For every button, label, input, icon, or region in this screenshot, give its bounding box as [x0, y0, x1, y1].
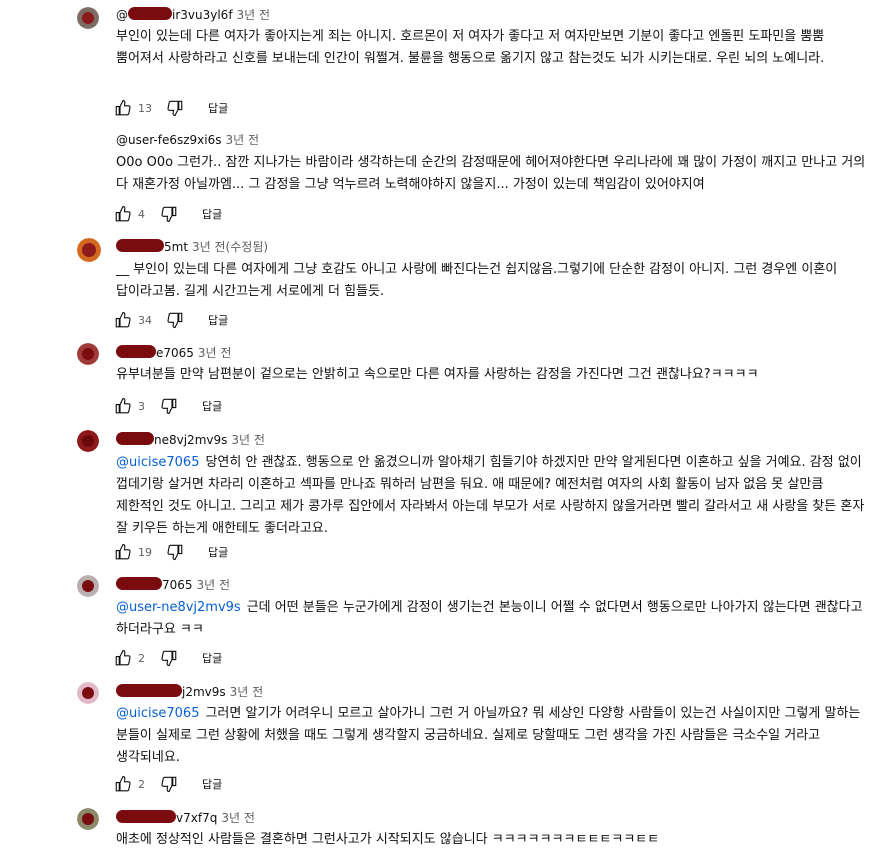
- reply-button[interactable]: 답글: [202, 398, 222, 414]
- thumbs-down-icon[interactable]: [160, 205, 178, 223]
- avatar[interactable]: [77, 682, 99, 704]
- comment-header: 5mt 3년 전(수정됨): [116, 239, 268, 255]
- mention-link[interactable]: @user-ne8vj2mv9s: [116, 600, 241, 615]
- comment-actions: 2 답글: [114, 648, 222, 668]
- thumbs-up-icon[interactable]: [114, 397, 132, 415]
- timestamp[interactable]: 3년 전(수정됨): [192, 240, 268, 254]
- author-name[interactable]: @ ir3vu3yl6f: [116, 7, 233, 22]
- comment-text: @user-ne8vj2mv9s 근데 어떤 분들은 누군가에게 감정이 생기는건…: [116, 597, 872, 641]
- author-name[interactable]: v7xf7q: [116, 810, 217, 825]
- author-name[interactable]: @user-fe6sz9xi6s: [116, 133, 222, 147]
- reply-button[interactable]: 답글: [202, 776, 222, 792]
- thumbs-up-icon[interactable]: [114, 543, 132, 561]
- mention-link[interactable]: @uicise7065: [116, 455, 199, 470]
- thumbs-down-icon[interactable]: [160, 775, 178, 793]
- comment-text: @uicise7065 그러면 알기가 어려우니 모르고 살아가니 그런 거 아닐…: [116, 703, 872, 769]
- author-name[interactable]: ne8vj2mv9s: [116, 432, 227, 447]
- comment-header: e7065 3년 전: [116, 345, 231, 361]
- comment-header: @user-fe6sz9xi6s 3년 전: [116, 132, 259, 148]
- reply-button[interactable]: 답글: [208, 544, 228, 560]
- like-count: 13: [138, 101, 152, 115]
- avatar[interactable]: [77, 238, 101, 262]
- thumbs-down-icon[interactable]: [160, 649, 178, 667]
- like-count: 19: [138, 545, 152, 559]
- like-count: 3: [138, 399, 145, 413]
- thumbs-down-icon[interactable]: [160, 397, 178, 415]
- comment-body: 그러면 알기가 어려우니 모르고 살아가니 그런 거 아닐까요? 뭐 세상인 다…: [116, 706, 861, 765]
- mention-link[interactable]: @uicise7065: [116, 706, 199, 721]
- comment-header: @ ir3vu3yl6f 3년 전: [116, 7, 270, 23]
- comment-text: 유부녀분들 만약 남편분이 겉으로는 안밝히고 속으로만 다른 여자를 사랑하는…: [116, 367, 759, 382]
- comment-actions: 13 답글: [114, 98, 228, 118]
- avatar[interactable]: [77, 7, 99, 29]
- thumbs-up-icon[interactable]: [114, 775, 132, 793]
- avatar[interactable]: [77, 343, 99, 365]
- comment-actions: 2 답글: [114, 774, 222, 794]
- author-name[interactable]: j2mv9s: [116, 684, 226, 699]
- reply-button[interactable]: 답글: [208, 312, 228, 328]
- comment-header: ne8vj2mv9s 3년 전: [116, 432, 265, 448]
- timestamp[interactable]: 3년 전: [230, 685, 264, 699]
- thumbs-up-icon[interactable]: [114, 311, 132, 329]
- avatar[interactable]: [77, 808, 99, 830]
- timestamp[interactable]: 3년 전: [198, 346, 232, 360]
- avatar[interactable]: [77, 575, 99, 597]
- comment-actions: 34 답글: [114, 310, 228, 330]
- comment-header: v7xf7q 3년 전: [116, 810, 255, 826]
- author-name[interactable]: 7065: [116, 577, 193, 592]
- timestamp[interactable]: 3년 전: [197, 578, 231, 592]
- comment-header: 7065 3년 전: [116, 577, 230, 593]
- author-name[interactable]: 5mt: [116, 239, 188, 254]
- thumbs-up-icon[interactable]: [114, 99, 132, 117]
- thumbs-down-icon[interactable]: [166, 99, 184, 117]
- thumbs-down-icon[interactable]: [166, 543, 184, 561]
- comment-actions: 3 답글: [114, 396, 222, 416]
- timestamp[interactable]: 3년 전: [237, 8, 271, 22]
- comment-body: 당연히 안 괜찮죠. 행동으로 안 옮겼으니까 알아채기 힘들기야 하겠지만 만…: [116, 455, 865, 536]
- timestamp[interactable]: 3년 전: [221, 811, 255, 825]
- comment-text: O0o O0o 그런가.. 잠깐 지나가는 바람이라 생각하는데 순간의 감정때…: [116, 155, 866, 192]
- like-count: 2: [138, 777, 145, 791]
- comment-actions: 19 답글: [114, 542, 228, 562]
- comment-text: 애초에 정상적인 사람들은 결혼하면 그런사고가 시작되지도 않습니다 ㅋㅋㅋㅋ…: [116, 832, 660, 847]
- author-name[interactable]: e7065: [116, 345, 194, 360]
- comment-actions: 4 답글: [114, 204, 222, 224]
- comment-text: 부인이 있는데 다른 여자가 좋아지는게 죄는 아니지. 호르몬이 저 여자가 …: [116, 29, 825, 66]
- thumbs-up-icon[interactable]: [114, 205, 132, 223]
- thumbs-up-icon[interactable]: [114, 649, 132, 667]
- timestamp[interactable]: 3년 전: [231, 433, 265, 447]
- avatar[interactable]: [77, 430, 99, 452]
- thumbs-down-icon[interactable]: [166, 311, 184, 329]
- reply-button[interactable]: 답글: [208, 100, 228, 116]
- like-count: 34: [138, 313, 152, 327]
- comment-text: __ 부인이 있는데 다른 여자에게 그냥 호감도 아니고 사랑에 빠진다는건 …: [116, 262, 838, 299]
- comment-header: j2mv9s 3년 전: [116, 684, 263, 700]
- timestamp[interactable]: 3년 전: [226, 133, 260, 147]
- reply-button[interactable]: 답글: [202, 650, 222, 666]
- like-count: 4: [138, 207, 145, 221]
- reply-button[interactable]: 답글: [202, 206, 222, 222]
- like-count: 2: [138, 651, 145, 665]
- comment-text: @uicise7065 당연히 안 괜찮죠. 행동으로 안 옮겼으니까 알아채기 …: [116, 452, 872, 540]
